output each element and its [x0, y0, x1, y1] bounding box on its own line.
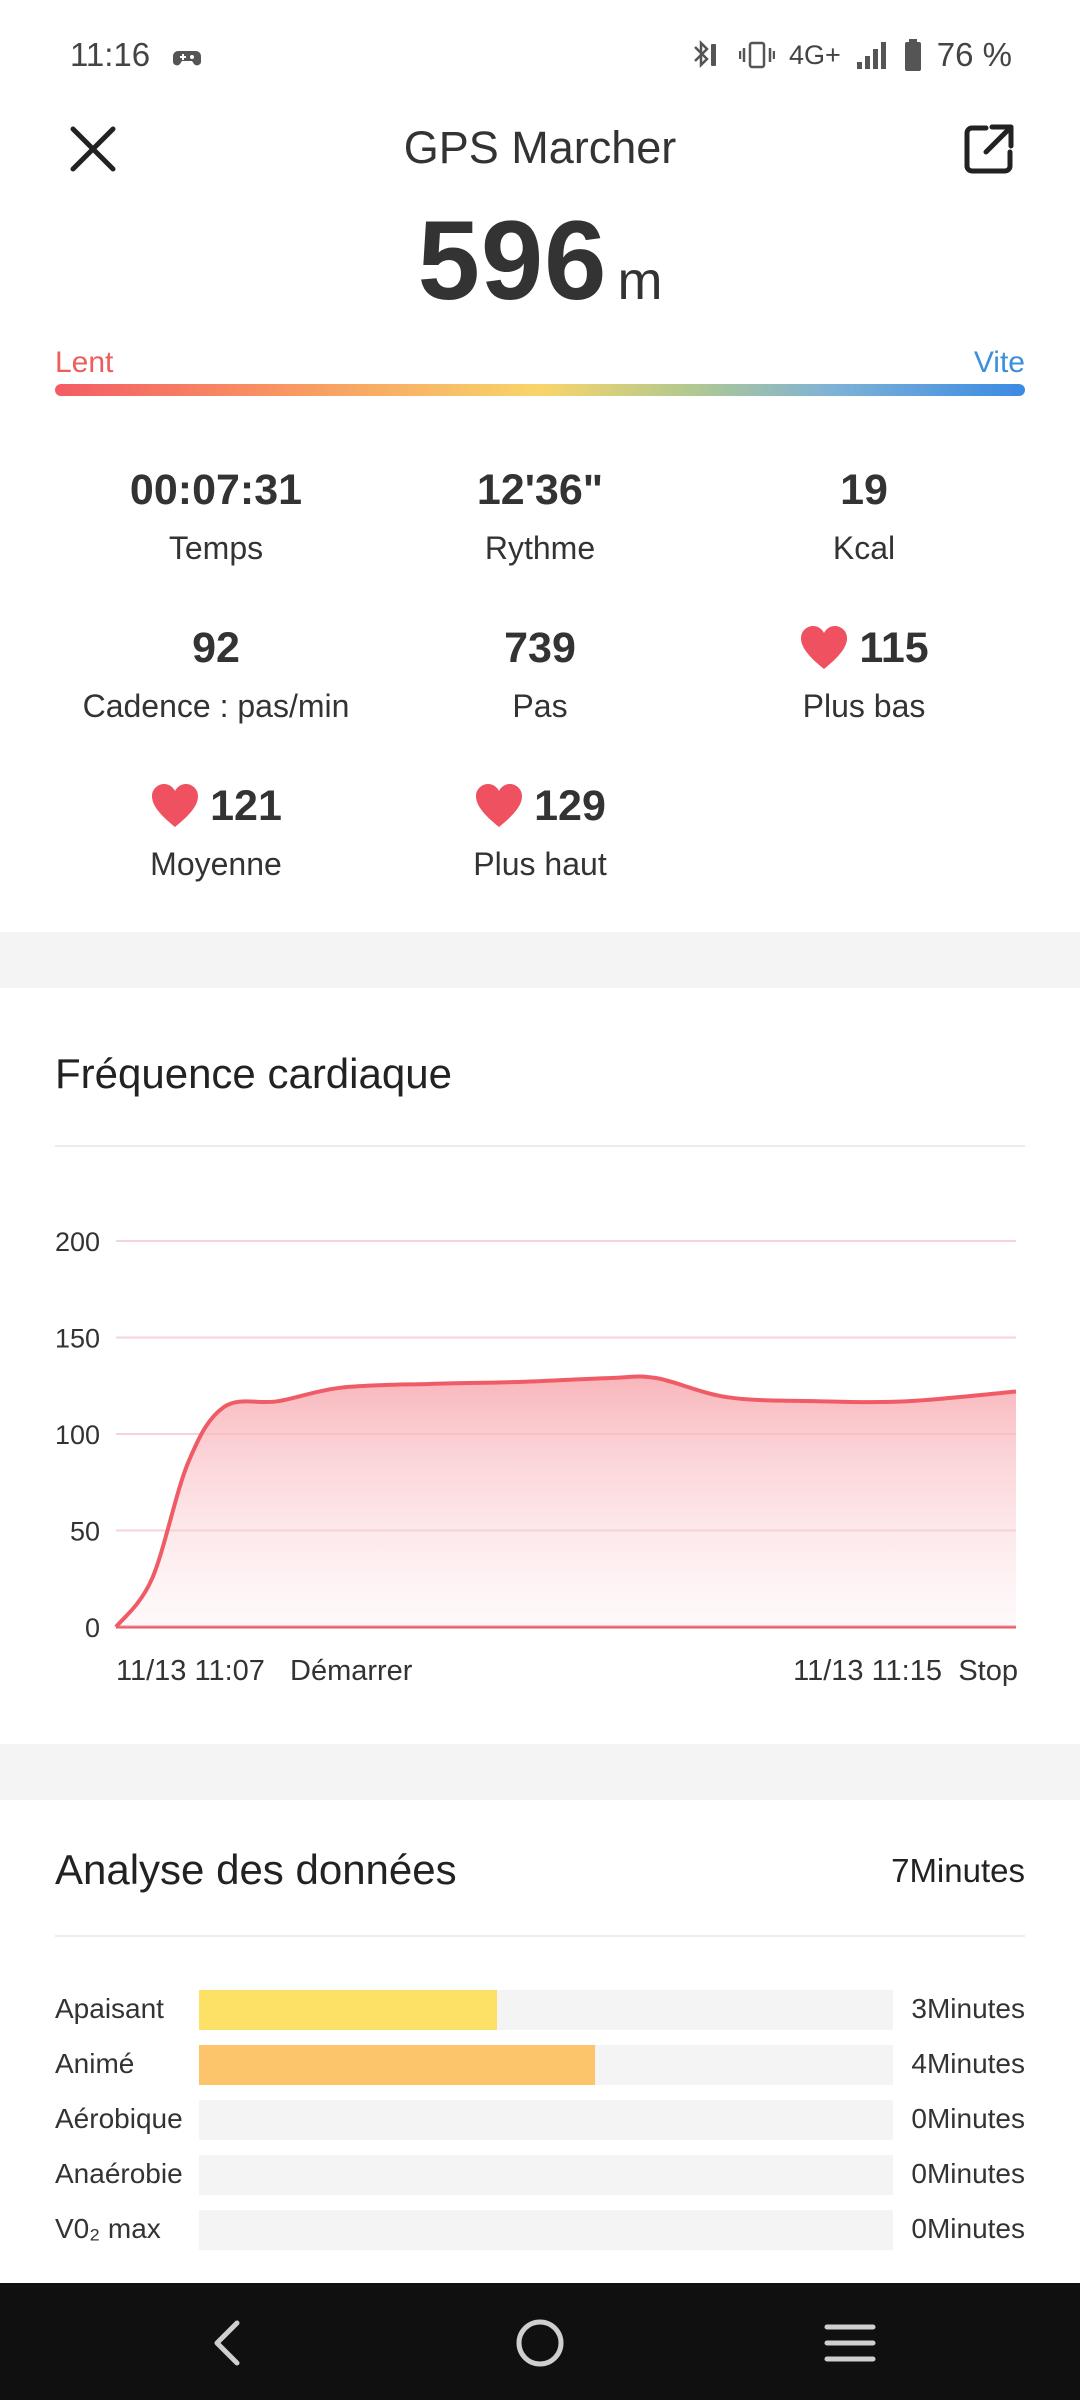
zone-fill	[199, 2045, 595, 2085]
chart-start-time: 11/13 11:07	[116, 1655, 265, 1687]
zone-time: 0Minutes	[911, 2213, 1025, 2244]
chart-start-label: Démarrer	[290, 1655, 413, 1687]
signal-icon	[856, 42, 886, 69]
bluetooth-icon	[694, 39, 716, 69]
stat-value: 121	[210, 781, 282, 830]
stat-plus-haut: 129 Plus haut	[360, 778, 720, 883]
distance-unit: m	[617, 251, 663, 311]
speed-fast-label: Vite	[973, 346, 1025, 379]
stat-temps: 00:07:31 Temps	[36, 462, 396, 567]
stat-cadence: 92 Cadence : pas/min	[36, 620, 396, 725]
zone-row: Apaisant 3Minutes	[55, 1990, 1025, 2030]
page-title: GPS Marcher	[403, 122, 677, 173]
speed-gradient-bar	[55, 384, 1025, 396]
speed-slow-label: Lent	[55, 346, 114, 379]
heart-icon	[801, 626, 848, 669]
zone-row: V0₂ max 0Minutes	[55, 2210, 1025, 2250]
status-icons: 4G+ 76 %	[689, 36, 1012, 74]
zone-label: Aérobique	[55, 2103, 183, 2134]
stat-value: 115	[859, 623, 929, 672]
network-type: 4G+	[788, 39, 841, 70]
zone-time: 4Minutes	[911, 2048, 1025, 2079]
vibrate-icon	[738, 41, 775, 69]
status-bar: 11:16 4G+ 76 %	[0, 0, 1080, 110]
nav-recents-button[interactable]	[818, 2311, 882, 2375]
share-button[interactable]	[958, 118, 1020, 180]
home-icon	[516, 2319, 564, 2367]
status-time: 11:16	[70, 36, 151, 73]
stat-rythme: 12'36" Rythme	[360, 462, 720, 567]
stat-value: 00:07:31	[129, 465, 303, 514]
zone-track	[199, 2045, 893, 2085]
zone-label: Anaérobie	[55, 2158, 183, 2189]
stat-label: Kcal	[832, 530, 896, 566]
nav-back-button[interactable]	[195, 2311, 259, 2375]
heart-rate-area	[116, 1376, 1016, 1627]
zone-label: V0₂ max	[55, 2213, 161, 2244]
battery-level: 76 %	[936, 36, 1012, 73]
stat-moyenne: 121 Moyenne	[36, 778, 396, 883]
stat-label: Plus haut	[473, 846, 607, 882]
zone-track	[199, 2155, 893, 2195]
y-tick-label: 100	[55, 1420, 100, 1450]
share-icon	[964, 124, 1014, 174]
stat-value: 19	[840, 465, 888, 514]
system-nav-bar	[0, 2283, 1080, 2400]
stat-value: 739	[504, 623, 576, 672]
zone-track	[199, 2100, 893, 2140]
zone-time: 3Minutes	[911, 1993, 1025, 2024]
game-controller-icon	[172, 51, 202, 66]
stat-label: Rythme	[484, 530, 596, 566]
zone-row: Animé 4Minutes	[55, 2045, 1025, 2085]
chart-end-label: Stop	[958, 1655, 1018, 1687]
stat-label: Cadence : pas/min	[82, 688, 350, 724]
stat-value: 129	[534, 781, 606, 830]
y-tick-label: 50	[70, 1517, 100, 1547]
analysis-total: 7Minutes	[891, 1852, 1025, 1889]
distance-value: 596	[417, 198, 608, 323]
section-separator	[0, 932, 1080, 988]
zone-row: Anaérobie 0Minutes	[55, 2155, 1025, 2195]
stat-label: Temps	[168, 530, 264, 566]
y-tick-label: 200	[55, 1227, 100, 1257]
speed-scale-labels: Lent Vite	[55, 346, 1025, 386]
zone-label: Apaisant	[55, 1993, 164, 2024]
recents-icon	[824, 2324, 876, 2362]
stat-pas: 739 Pas	[360, 620, 720, 725]
nav-home-button[interactable]	[508, 2311, 572, 2375]
zone-label: Animé	[55, 2048, 135, 2079]
battery-icon	[904, 39, 921, 71]
zone-fill	[199, 1990, 498, 2030]
heart-rate-title: Fréquence cardiaque	[55, 1050, 452, 1097]
back-icon	[214, 2320, 240, 2366]
stat-kcal: 19 Kcal	[684, 462, 1044, 567]
stat-label: Pas	[512, 688, 568, 724]
chart-end-time: 11/13 11:15	[793, 1655, 942, 1687]
stat-value: 92	[192, 623, 240, 672]
heart-icon	[476, 784, 523, 827]
divider	[55, 1935, 1025, 1937]
zone-time: 0Minutes	[911, 2103, 1025, 2134]
distance-readout: 596 m	[0, 196, 1080, 325]
zone-track	[199, 2210, 893, 2250]
zone-track	[199, 1990, 893, 2030]
stat-label: Moyenne	[150, 846, 282, 882]
section-separator	[0, 1744, 1080, 1800]
analysis-title: Analyse des données	[55, 1846, 457, 1893]
zone-time: 0Minutes	[911, 2158, 1025, 2189]
zone-row: Aérobique 0Minutes	[55, 2100, 1025, 2140]
stat-label: Plus bas	[802, 688, 926, 724]
y-tick-label: 0	[85, 1613, 100, 1643]
stat-value: 12'36"	[476, 465, 604, 514]
heart-rate-chart: 0 50 100 150 200 11/13 11:07 Démarrer 11/13 …	[55, 1227, 1018, 1687]
divider	[55, 1145, 1025, 1147]
y-tick-label: 150	[55, 1324, 100, 1354]
stat-plus-bas: 115 Plus bas	[684, 620, 1044, 725]
heart-icon	[152, 784, 199, 827]
